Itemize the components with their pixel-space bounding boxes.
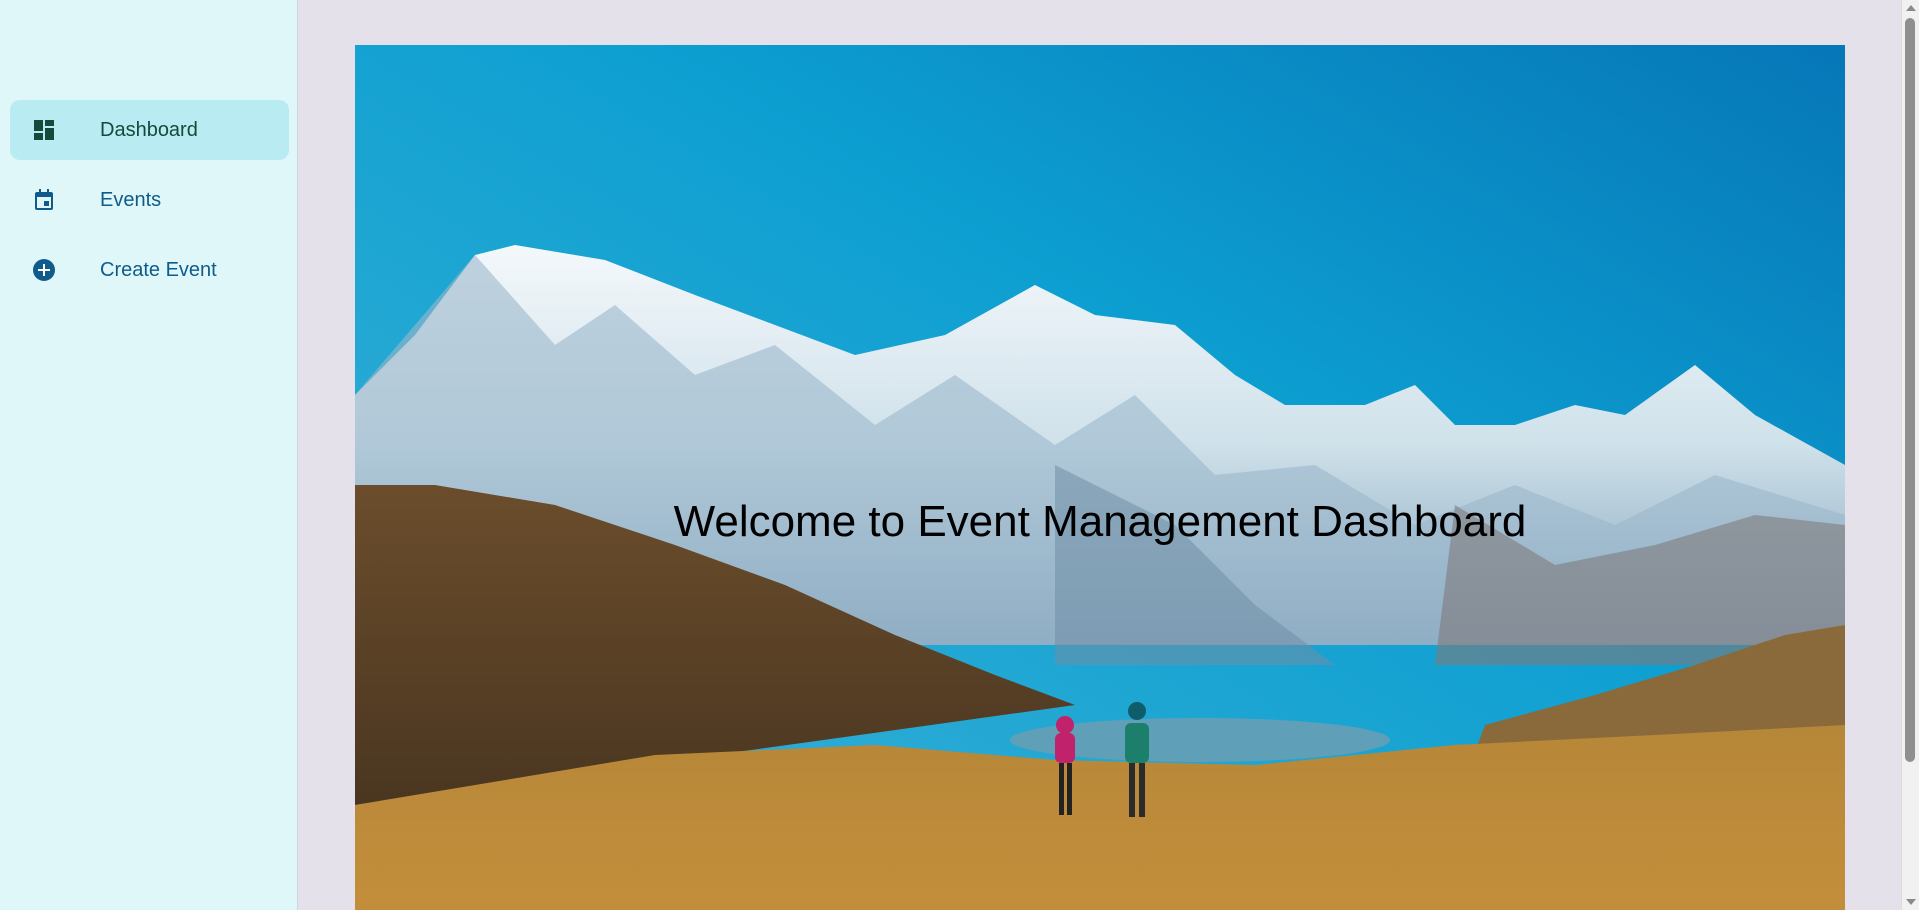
sidebar-item-label: Events: [100, 189, 162, 211]
sidebar-nav: Dashboard Events Create Event: [10, 100, 289, 310]
sidebar-item-label: Dashboard: [100, 119, 198, 141]
scroll-down-arrow-icon[interactable]: [1906, 899, 1916, 905]
hero-title: Welcome to Event Management Dashboard: [673, 497, 1527, 546]
dashboard-icon: [32, 118, 56, 142]
add-circle-icon: [32, 258, 56, 282]
scroll-thumb[interactable]: [1905, 18, 1915, 762]
sidebar: Dashboard Events Create Event: [0, 0, 298, 910]
sidebar-item-label: Create Event: [100, 259, 217, 281]
vertical-scrollbar[interactable]: [1901, 0, 1919, 910]
hero-banner: Welcome to Event Management Dashboard: [355, 45, 1845, 910]
mountain-landscape-image: [355, 45, 1845, 910]
sidebar-item-dashboard[interactable]: Dashboard: [10, 100, 289, 160]
main-content: Welcome to Event Management Dashboard: [299, 0, 1901, 910]
calendar-icon: [32, 188, 56, 212]
sidebar-item-create-event[interactable]: Create Event: [10, 240, 289, 300]
app-window: Dashboard Events Create Event Welcome to…: [0, 0, 1919, 910]
scroll-up-arrow-icon[interactable]: [1906, 5, 1916, 11]
sidebar-item-events[interactable]: Events: [10, 170, 289, 230]
